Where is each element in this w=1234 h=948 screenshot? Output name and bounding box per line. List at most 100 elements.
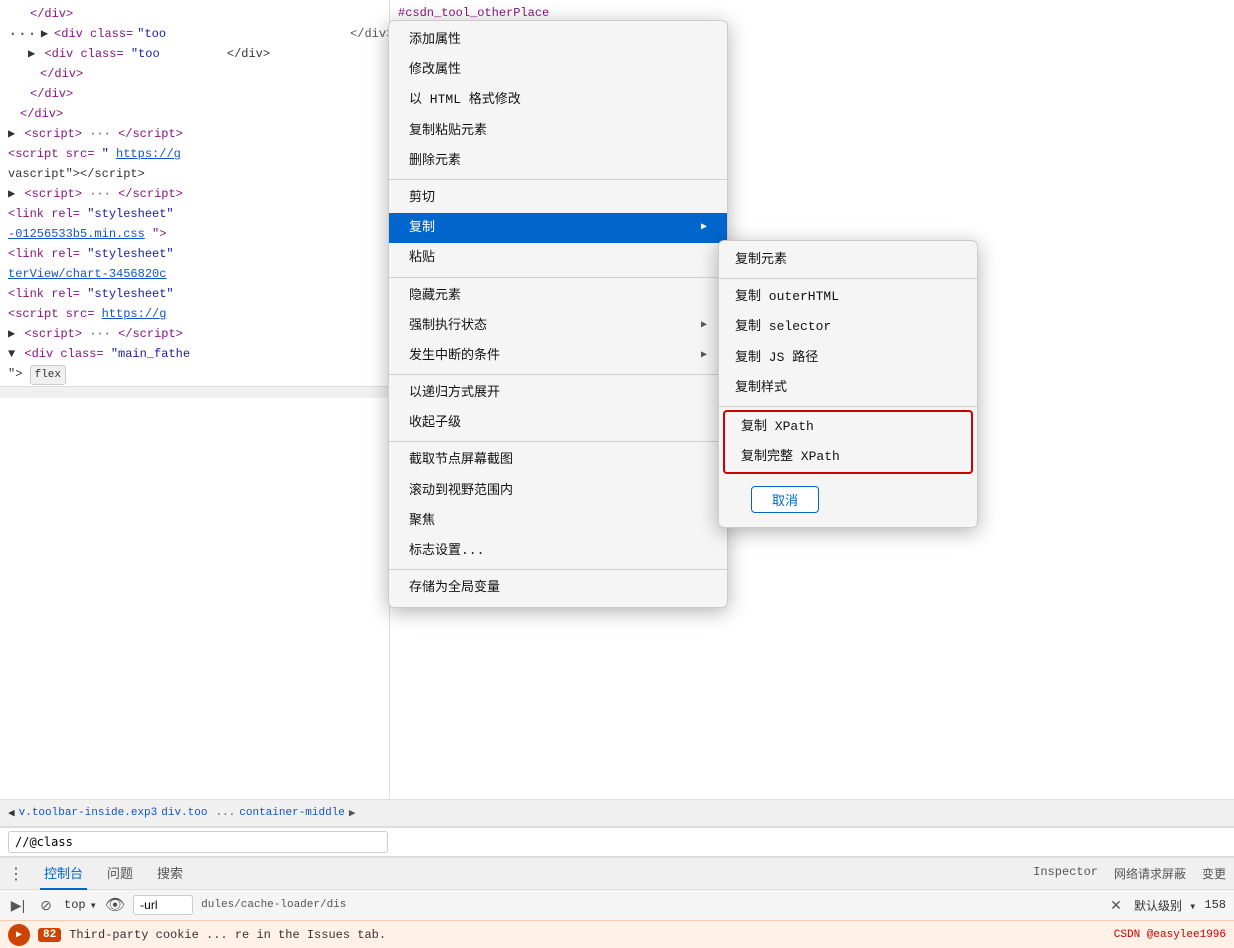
cancel-button[interactable]: 取消: [751, 486, 819, 513]
breadcrumb-item-1[interactable]: v.toolbar-inside.exp3: [19, 807, 158, 819]
div-main-tag: <div class=: [24, 347, 103, 361]
breadcrumb-item-2[interactable]: div.too: [161, 807, 207, 819]
div-main-val: "main_fathe: [111, 347, 190, 361]
menu-paste[interactable]: 粘贴: [389, 243, 727, 273]
script-link-2[interactable]: https://g: [116, 147, 181, 161]
cancel-filter-icon: ⊘: [40, 897, 52, 914]
url-filter-input[interactable]: [133, 895, 193, 915]
menu-hide[interactable]: 隐藏元素: [389, 281, 727, 311]
separator-4: [389, 441, 727, 442]
submenu-copy-styles[interactable]: 复制样式: [719, 373, 977, 403]
level-arrow: ▾: [1189, 900, 1196, 914]
tab-more-icon[interactable]: ⋮: [8, 864, 24, 884]
tab-search[interactable]: 搜索: [153, 857, 187, 890]
menu-flag-settings[interactable]: 标志设置...: [389, 536, 727, 566]
script-tag-5: <script>: [24, 327, 82, 341]
cache-path-text: dules/cache-loader/dis: [201, 899, 1098, 911]
menu-html-format[interactable]: 以 HTML 格式修改: [389, 85, 727, 115]
more-icon[interactable]: ···: [8, 25, 37, 43]
tab-bar: ⋮ 控制台 问题 搜索 Inspector 网络请求屏蔽 变更: [0, 858, 1234, 890]
submenu-copy-jspath[interactable]: 复制 JS 路径: [719, 343, 977, 373]
menu-cut[interactable]: 剪切: [389, 183, 727, 213]
triangle-main[interactable]: ▼: [8, 347, 15, 361]
triangle-icon[interactable]: ▶: [41, 25, 48, 43]
html-line: </div>: [0, 4, 389, 24]
menu-copy-paste[interactable]: 复制粘贴元素: [389, 116, 727, 146]
tab-console[interactable]: 控制台: [40, 857, 87, 890]
top-dropdown[interactable]: top ▾: [64, 898, 97, 913]
submenu-sep-2: [719, 406, 977, 407]
menu-modify-attr[interactable]: 修改属性: [389, 55, 727, 85]
menu-scroll-view[interactable]: 滚动到视野范围内: [389, 476, 727, 506]
html-line-3: </div>: [0, 64, 389, 84]
menu-expand-recursive[interactable]: 以递归方式展开: [389, 378, 727, 408]
submenu-copy-outerhtml[interactable]: 复制 outerHTML: [719, 282, 977, 312]
inspector-tab[interactable]: Inspector: [1033, 865, 1098, 882]
console-toolbar: ▶| ⊘ top ▾ 👁 dules/cache-loader/dis ✕ 默认…: [0, 890, 1234, 920]
html-line-script1: ▶ <script> ··· </script>: [0, 124, 389, 144]
play-icon: ▶: [16, 929, 22, 941]
close-cache-button[interactable]: ✕: [1106, 895, 1126, 915]
menu-collapse-children[interactable]: 收起子级: [389, 408, 727, 438]
menu-add-attr[interactable]: 添加属性: [389, 25, 727, 55]
html-tag: <div class=: [54, 25, 133, 43]
search-input[interactable]: [8, 831, 388, 853]
html-line-script3: ▶ <script> ··· </script>: [0, 184, 389, 204]
html-line-script2: <script src= " https://g: [0, 144, 389, 164]
submenu-copy-xpath[interactable]: 复制 XPath: [725, 412, 971, 442]
link-tag-1: <link rel=: [8, 207, 80, 221]
xpath-highlight-box: 复制 XPath 复制完整 XPath: [723, 410, 973, 474]
link-tag-2: <link rel=: [8, 247, 80, 261]
menu-arrow-break: ▶: [701, 349, 707, 363]
submenu-copy-selector[interactable]: 复制 selector: [719, 312, 977, 342]
div-main-close: ">: [8, 367, 30, 381]
horizontal-scrollbar[interactable]: [0, 386, 389, 398]
html-line-link3b: terView/chart-3456820c: [0, 264, 389, 284]
html-line-link3: <link rel= "stylesheet": [0, 244, 389, 264]
error-text: Third-party cookie ... re in the Issues …: [69, 928, 386, 942]
tab-issues[interactable]: 问题: [103, 857, 137, 890]
triangle-icon-2[interactable]: ▶: [28, 47, 35, 61]
link-url-1[interactable]: -01256533b5.min.css: [8, 227, 145, 241]
triangle-script1[interactable]: ▶: [8, 127, 15, 141]
play-error-icon: ▶: [8, 924, 30, 946]
menu-break-condition[interactable]: 发生中断的条件 ▶: [389, 341, 727, 371]
breadcrumb-container-middle[interactable]: container-middle: [239, 807, 345, 819]
network-tab[interactable]: 网络请求屏蔽: [1114, 865, 1186, 882]
close-icon: ✕: [1110, 897, 1122, 914]
context-menu: 添加属性 修改属性 以 HTML 格式修改 复制粘贴元素 删除元素 剪切 复制 …: [388, 20, 728, 608]
link-rel-1: "stylesheet": [87, 207, 173, 221]
html-line-link2: -01256533b5.min.css ">: [0, 224, 389, 244]
separator-2: [389, 277, 727, 278]
menu-screenshot[interactable]: 截取节点屏幕截图: [389, 445, 727, 475]
menu-store-global[interactable]: 存储为全局变量: [389, 573, 727, 603]
link-tag-3: <link rel=: [8, 287, 80, 301]
breadcrumb-separator: ...: [215, 807, 235, 819]
changes-tab[interactable]: 变更: [1202, 865, 1226, 882]
submenu-copy-full-xpath[interactable]: 复制完整 XPath: [725, 442, 971, 472]
link-url-2[interactable]: terView/chart-3456820c: [8, 267, 166, 281]
triangle-script3[interactable]: ▶: [8, 327, 15, 341]
cancel-filter-button[interactable]: ⊘: [36, 895, 56, 915]
menu-copy[interactable]: 复制 ▶: [389, 213, 727, 243]
submenu-copy-element[interactable]: 复制元素: [719, 245, 977, 275]
script-close-3: </script>: [118, 187, 183, 201]
csdn-logo: CSDN @easylee1996: [1114, 929, 1226, 941]
menu-delete[interactable]: 删除元素: [389, 146, 727, 176]
menu-focus[interactable]: 聚焦: [389, 506, 727, 536]
breadcrumb-left-arrow[interactable]: ◀: [8, 806, 15, 820]
html-line-link4: <link rel= "stylesheet": [0, 284, 389, 304]
menu-force-state[interactable]: 强制执行状态 ▶: [389, 311, 727, 341]
script-link-4[interactable]: https://g: [102, 307, 167, 321]
script-close-5: </script>: [118, 327, 183, 341]
menu-arrow-force: ▶: [701, 319, 707, 333]
triangle-script2[interactable]: ▶: [8, 187, 15, 201]
dots-2: ···: [89, 187, 111, 201]
html-val-2: "too: [131, 47, 160, 61]
eye-icon[interactable]: 👁: [105, 895, 125, 915]
html-line-flex: "> flex: [0, 364, 389, 386]
level-dropdown[interactable]: 默认级别 ▾: [1134, 897, 1196, 914]
submenu: 复制元素 复制 outerHTML 复制 selector 复制 JS 路径 复…: [718, 240, 978, 528]
block-button[interactable]: ▶|: [8, 895, 28, 915]
flex-badge: flex: [30, 365, 66, 385]
